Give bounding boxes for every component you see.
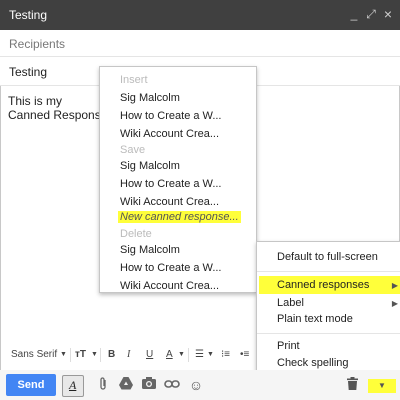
default-full-screen-item[interactable]: Default to full-screen xyxy=(277,251,378,263)
send-button[interactable]: Send xyxy=(6,374,56,396)
canned-responses-submenu: Insert Sig Malcolm How to Create a W... … xyxy=(99,66,257,293)
text-format-icon: A xyxy=(69,378,77,392)
formatting-options-toggle[interactable]: A xyxy=(62,375,84,397)
compose-bottom-bar: Send A ☺ ▼ xyxy=(0,370,400,400)
google-drive-icon[interactable] xyxy=(118,377,134,393)
chevron-down-icon: ▼ xyxy=(207,351,214,358)
full-screen-icon[interactable]: ⤢ xyxy=(363,6,379,22)
body-line-1: This is my xyxy=(8,94,62,108)
label-item[interactable]: Label xyxy=(277,297,304,309)
compose-title: Testing xyxy=(9,8,48,22)
body-line-2: Canned Response xyxy=(8,108,108,122)
discard-draft-icon[interactable] xyxy=(344,377,360,393)
check-spelling-item[interactable]: Check spelling xyxy=(277,357,349,369)
new-canned-response-item[interactable]: New canned response... xyxy=(118,211,241,223)
insert-item[interactable]: Sig Malcolm xyxy=(120,92,180,104)
print-item[interactable]: Print xyxy=(277,340,300,352)
more-options-button[interactable]: ▼ xyxy=(368,379,396,393)
subject-text: Testing xyxy=(9,65,48,79)
message-body[interactable]: This is my Canned Response xyxy=(8,94,110,122)
more-options-menu: Default to full-screen Canned responses … xyxy=(256,241,400,378)
canned-responses-item[interactable]: Canned responses xyxy=(277,279,369,291)
menu-divider xyxy=(257,271,400,272)
underline-button[interactable]: U xyxy=(146,349,153,360)
insert-header: Insert xyxy=(120,74,148,86)
text-color-button[interactable]: A xyxy=(166,349,173,360)
bulleted-list-icon[interactable]: •≡ xyxy=(240,349,249,360)
submenu-arrow-icon: ▶ xyxy=(391,299,398,308)
emoji-icon[interactable]: ☺ xyxy=(188,377,204,393)
font-size-button[interactable]: тT xyxy=(75,349,86,360)
chevron-down-icon: ▼ xyxy=(91,351,98,358)
delete-item[interactable]: Sig Malcolm xyxy=(120,244,180,256)
insert-item[interactable]: How to Create a W... xyxy=(120,110,221,122)
insert-photo-icon[interactable] xyxy=(141,377,157,393)
plain-text-mode-item[interactable]: Plain text mode xyxy=(277,313,353,325)
delete-header: Delete xyxy=(120,228,152,240)
attach-file-icon[interactable] xyxy=(95,377,111,393)
chevron-down-icon: ▼ xyxy=(60,351,67,358)
recipients-field[interactable]: Recipients xyxy=(0,30,400,57)
toolbar-divider xyxy=(100,348,101,362)
compose-title-bar[interactable]: Testing _ ⤢ × xyxy=(0,0,400,30)
recipients-placeholder: Recipients xyxy=(9,37,66,51)
save-item[interactable]: How to Create a W... xyxy=(120,178,221,190)
font-family-select[interactable]: Sans Serif xyxy=(11,349,57,360)
minimize-icon[interactable]: _ xyxy=(346,6,362,22)
insert-item[interactable]: Wiki Account Crea... xyxy=(120,128,219,140)
submenu-arrow-icon: ▶ xyxy=(391,281,398,290)
insert-link-icon[interactable] xyxy=(164,377,180,393)
save-item[interactable]: Wiki Account Crea... xyxy=(120,196,219,208)
close-icon[interactable]: × xyxy=(380,6,396,22)
bold-button[interactable]: B xyxy=(108,349,115,360)
toolbar-divider xyxy=(188,348,189,362)
save-header: Save xyxy=(120,144,146,156)
chevron-down-icon: ▼ xyxy=(178,351,185,358)
menu-divider xyxy=(257,333,400,334)
caret-down-icon: ▼ xyxy=(378,381,386,390)
formatting-toolbar: Sans Serif ▼ тT ▼ B I U A ▼ ☰ ▼ ⁝≡ •≡ xyxy=(3,344,253,366)
delete-item[interactable]: How to Create a W... xyxy=(120,262,221,274)
toolbar-divider xyxy=(70,348,71,362)
italic-button[interactable]: I xyxy=(127,349,130,360)
delete-item[interactable]: Wiki Account Crea... xyxy=(120,280,219,292)
numbered-list-icon[interactable]: ⁝≡ xyxy=(221,349,230,360)
save-item[interactable]: Sig Malcolm xyxy=(120,160,180,172)
align-icon[interactable]: ☰ xyxy=(195,349,204,360)
